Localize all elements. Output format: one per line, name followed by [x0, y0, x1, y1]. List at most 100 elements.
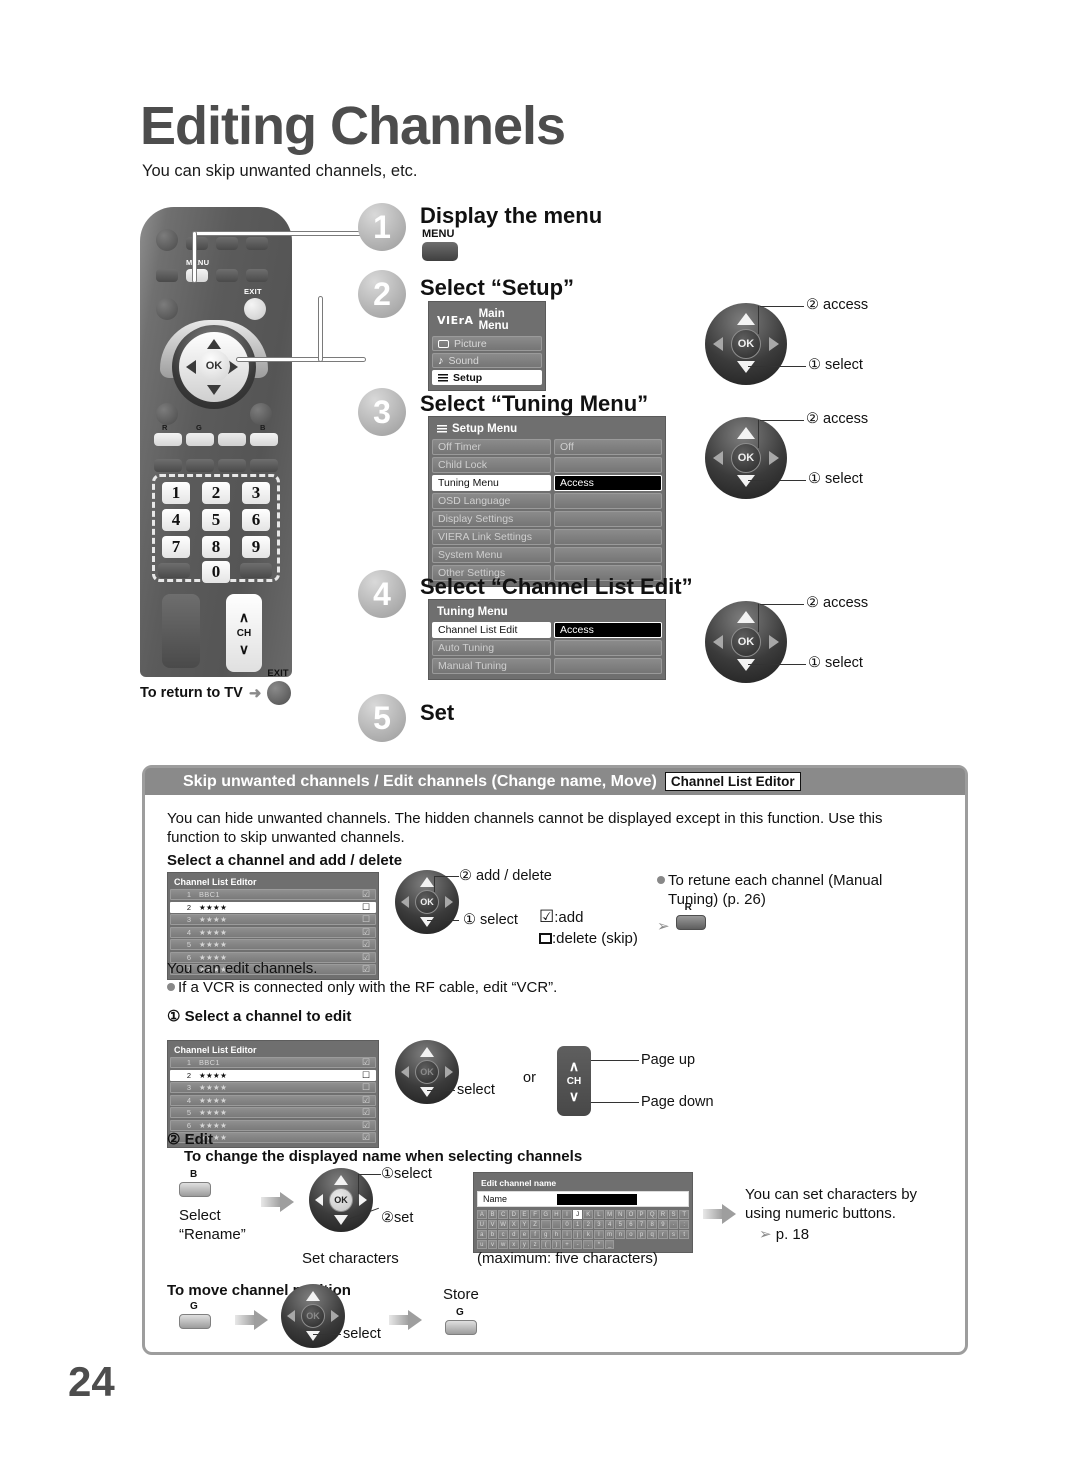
- main-menu-item-picture[interactable]: Picture: [432, 336, 542, 351]
- kb-key[interactable]: M: [604, 1210, 615, 1219]
- kb-key[interactable]: -: [572, 1240, 583, 1249]
- kb-key[interactable]: h: [551, 1230, 562, 1239]
- navpad-add-delete-ok-button[interactable]: OK: [415, 890, 439, 914]
- kb-key[interactable]: X: [508, 1220, 519, 1229]
- kb-key[interactable]: x: [508, 1240, 519, 1249]
- kb-key[interactable]: n: [615, 1230, 626, 1239]
- checkmark-icon[interactable]: ☑: [361, 927, 371, 938]
- kb-key-selected[interactable]: J: [572, 1210, 583, 1219]
- navpad-step3-right-icon[interactable]: [769, 451, 779, 465]
- navpad-set-characters-right-icon[interactable]: [359, 1194, 367, 1206]
- kb-key[interactable]: j: [572, 1230, 583, 1239]
- kb-key[interactable]: ): [551, 1240, 562, 1249]
- navpad-add-delete-down-icon[interactable]: [420, 917, 434, 927]
- navpad-step4-up-icon[interactable]: [737, 611, 755, 623]
- navpad-step3-down-icon[interactable]: [737, 475, 755, 487]
- navpad-step3-up-icon[interactable]: [737, 427, 755, 439]
- kb-key[interactable]: r: [658, 1230, 668, 1239]
- character-keyboard-grid[interactable]: A B C D E F G H I J K L M N O P Q R S T: [477, 1210, 689, 1249]
- kb-key[interactable]: e: [519, 1230, 530, 1239]
- kb-key[interactable]: a: [477, 1230, 487, 1239]
- kb-key[interactable]: s: [668, 1230, 679, 1239]
- checkmark-icon[interactable]: ☑: [361, 1095, 371, 1106]
- tuning-menu-row-manual-tuning[interactable]: Manual Tuning: [432, 658, 662, 674]
- setup-menu-row-viera-link-settings[interactable]: VIERA Link Settings: [432, 529, 662, 545]
- navpad-step2-up-icon[interactable]: [737, 313, 755, 325]
- kb-key[interactable]: P: [636, 1210, 647, 1219]
- main-menu-item-sound[interactable]: ♪ Sound: [432, 353, 542, 368]
- navpad-select-channel-left-icon[interactable]: [401, 1066, 409, 1078]
- kb-key[interactable]: L: [594, 1210, 604, 1219]
- navpad-step4-ok-button[interactable]: OK: [731, 627, 761, 657]
- navpad-step4-down-icon[interactable]: [737, 659, 755, 671]
- kb-key[interactable]: 6: [626, 1220, 636, 1229]
- navpad-move-channel-down-icon[interactable]: [306, 1331, 320, 1341]
- kb-key[interactable]: K: [583, 1210, 594, 1219]
- rename-b-button[interactable]: [179, 1182, 211, 1197]
- setup-menu-row-child-lock[interactable]: Child Lock: [432, 457, 662, 473]
- kb-key[interactable]: Y: [519, 1220, 530, 1229]
- empty-box-icon[interactable]: ☐: [361, 1082, 371, 1093]
- kb-key[interactable]: W: [498, 1220, 508, 1229]
- channel-list-row[interactable]: 1 BBC1 ☑: [170, 889, 376, 900]
- kb-key[interactable]: [540, 1220, 551, 1229]
- store-g-button[interactable]: [445, 1320, 477, 1335]
- edit-channel-name-value-box[interactable]: [557, 1193, 638, 1205]
- channel-list-row[interactable]: 3 ★★★★ ☐: [170, 1082, 376, 1093]
- channel-list-row[interactable]: 5 ★★★★ ☑: [170, 1107, 376, 1118]
- kb-key[interactable]: +: [562, 1240, 572, 1249]
- page-down-icon[interactable]: ∨: [569, 1088, 579, 1105]
- kb-key[interactable]: g: [540, 1230, 551, 1239]
- kb-key[interactable]: d: [508, 1230, 519, 1239]
- kb-key[interactable]: f: [530, 1230, 540, 1239]
- kb-key[interactable]: (: [540, 1240, 551, 1249]
- kb-key[interactable]: B: [487, 1210, 498, 1219]
- navpad-select-channel-down-icon[interactable]: [420, 1087, 434, 1097]
- navpad-move-channel-left-icon[interactable]: [287, 1310, 295, 1322]
- empty-box-icon[interactable]: ☐: [361, 914, 371, 925]
- navpad-add-delete[interactable]: OK: [395, 870, 459, 934]
- kb-key[interactable]: D: [508, 1210, 519, 1219]
- empty-box-icon[interactable]: ☐: [361, 902, 371, 913]
- kb-key[interactable]: 3: [594, 1220, 604, 1229]
- channel-list-row[interactable]: 4 ★★★★ ☑: [170, 926, 376, 938]
- kb-key[interactable]: [551, 1220, 562, 1229]
- kb-key[interactable]: m: [604, 1230, 615, 1239]
- channel-list-row[interactable]: 1 BBC1 ☑: [170, 1057, 376, 1068]
- tuning-menu-row-channel-list-edit[interactable]: Channel List Edit Access: [432, 622, 662, 638]
- navpad-set-characters-left-icon[interactable]: [315, 1194, 323, 1206]
- kb-key[interactable]: O: [626, 1210, 636, 1219]
- navpad-add-delete-right-icon[interactable]: [445, 896, 453, 908]
- kb-key[interactable]: o: [626, 1230, 636, 1239]
- kb-key[interactable]: H: [551, 1210, 562, 1219]
- kb-key[interactable]: z: [530, 1240, 540, 1249]
- navpad-add-delete-left-icon[interactable]: [401, 896, 409, 908]
- kb-key[interactable]: _: [604, 1240, 615, 1249]
- kb-key[interactable]: G: [540, 1210, 551, 1219]
- channel-list-row[interactable]: 2 ★★★★ ☐: [170, 901, 376, 913]
- kb-key[interactable]: q: [647, 1230, 658, 1239]
- kb-key[interactable]: i: [562, 1230, 572, 1239]
- kb-key[interactable]: V: [487, 1220, 498, 1229]
- move-g-button[interactable]: [179, 1314, 211, 1329]
- kb-key[interactable]: *: [594, 1240, 604, 1249]
- kb-key[interactable]: C: [498, 1210, 508, 1219]
- tuning-menu-row-auto-tuning[interactable]: Auto Tuning: [432, 640, 662, 656]
- checkmark-icon[interactable]: ☑: [361, 889, 371, 900]
- kb-key[interactable]: u: [477, 1240, 487, 1249]
- retune-r-button[interactable]: [675, 914, 706, 930]
- kb-key[interactable]: k: [583, 1230, 594, 1239]
- kb-key[interactable]: y: [519, 1240, 530, 1249]
- navpad-move-channel-up-icon[interactable]: [306, 1291, 320, 1301]
- kb-key[interactable]: :: [679, 1220, 689, 1229]
- kb-key[interactable]: t: [679, 1230, 689, 1239]
- navpad-step3-ok-button[interactable]: OK: [731, 443, 761, 473]
- kb-key[interactable]: b: [487, 1230, 498, 1239]
- channel-list-row[interactable]: 3 ★★★★ ☐: [170, 914, 376, 925]
- navpad-step3-left-icon[interactable]: [713, 451, 723, 465]
- kb-key[interactable]: I: [562, 1210, 572, 1219]
- kb-key[interactable]: U: [477, 1220, 487, 1229]
- setup-menu-row-off-timer[interactable]: Off Timer Off: [432, 439, 662, 455]
- kb-key[interactable]: 2: [583, 1220, 594, 1229]
- navpad-step3[interactable]: OK: [705, 417, 787, 499]
